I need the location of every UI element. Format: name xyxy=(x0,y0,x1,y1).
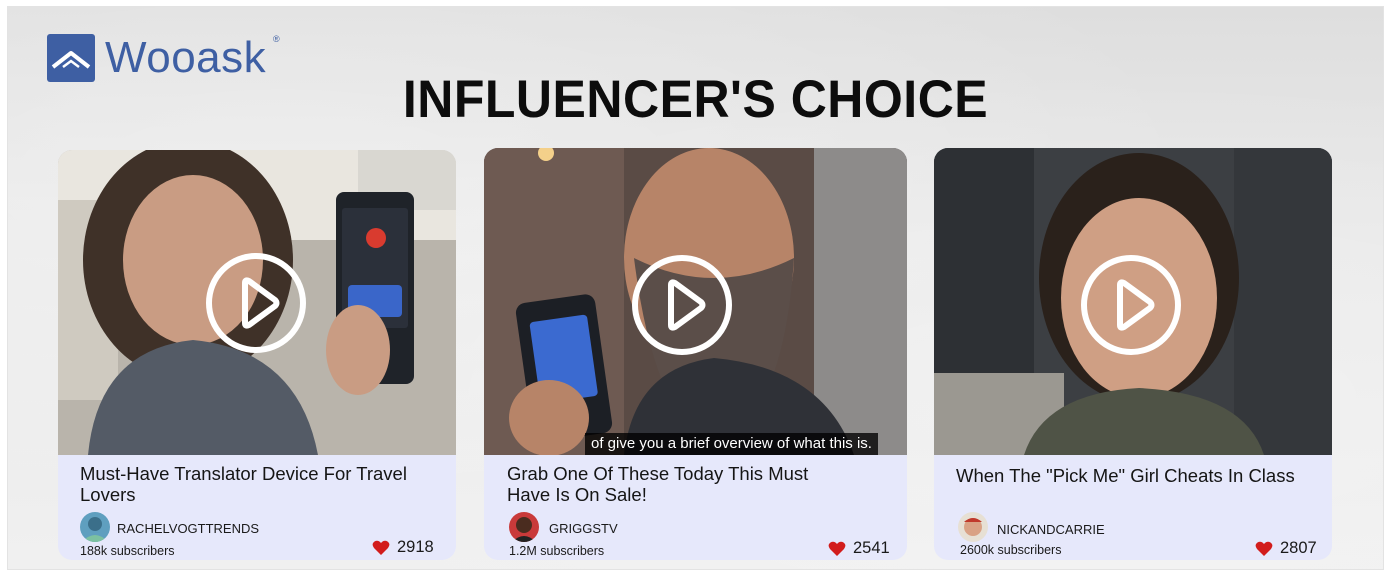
channel-name[interactable]: RACHELVOGTTRENDS xyxy=(117,521,259,536)
heart-icon xyxy=(828,541,846,556)
video-title[interactable]: When The "Pick Me" Girl Cheats In Class xyxy=(956,465,1326,486)
subscriber-count: 2600k subscribers xyxy=(960,543,1062,557)
registered-mark: ® xyxy=(273,34,280,44)
video-thumbnail[interactable] xyxy=(58,150,456,455)
video-thumbnail[interactable]: of give you a brief overview of what thi… xyxy=(484,148,907,455)
video-thumbnail[interactable] xyxy=(934,148,1332,455)
avatar xyxy=(958,512,988,542)
subscriber-count: 188k subscribers xyxy=(80,544,175,558)
channel-name[interactable]: GRIGGSTV xyxy=(549,521,618,536)
play-circle-icon[interactable] xyxy=(1081,255,1181,355)
video-title[interactable]: Must-Have Translator Device For Travel L… xyxy=(80,463,430,505)
heart-icon xyxy=(372,540,390,555)
like-count-value: 2541 xyxy=(853,539,890,557)
page-title: INFLUENCER'S CHOICE xyxy=(402,69,989,129)
video-card[interactable]: When The "Pick Me" Girl Cheats In Class … xyxy=(934,148,1332,560)
channel-name[interactable]: NICKANDCARRIE xyxy=(997,522,1105,537)
video-card[interactable]: Must-Have Translator Device For Travel L… xyxy=(58,150,456,560)
avatar xyxy=(80,512,110,542)
like-count[interactable]: 2807 xyxy=(1255,539,1317,558)
play-circle-icon[interactable] xyxy=(206,253,306,353)
video-title[interactable]: Grab One Of These Today This Must Have I… xyxy=(507,463,827,505)
avatar xyxy=(509,512,539,542)
heart-icon xyxy=(1255,541,1273,556)
video-card[interactable]: of give you a brief overview of what thi… xyxy=(484,148,907,560)
play-circle-icon[interactable] xyxy=(632,255,732,355)
like-count-value: 2918 xyxy=(397,538,434,556)
subscriber-count: 1.2M subscribers xyxy=(509,544,605,558)
like-count-value: 2807 xyxy=(1280,539,1317,557)
video-caption: of give you a brief overview of what thi… xyxy=(585,433,878,455)
like-count[interactable]: 2541 xyxy=(828,539,890,558)
like-count[interactable]: 2918 xyxy=(372,538,434,557)
